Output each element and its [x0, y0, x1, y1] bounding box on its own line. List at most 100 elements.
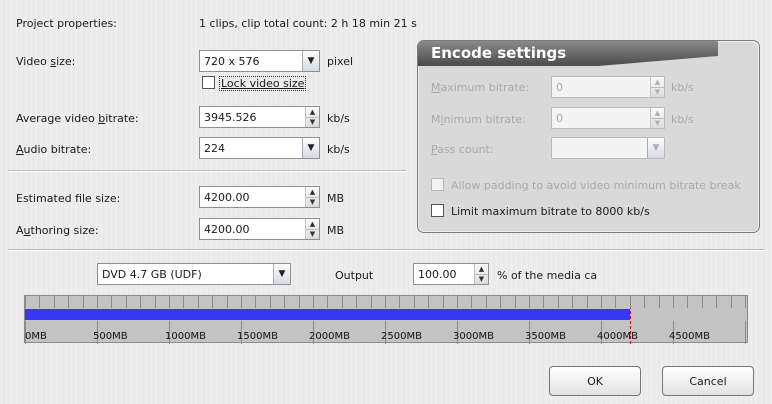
- ruler-tick-label: 500MB: [93, 331, 128, 342]
- spin-down-icon[interactable]: ▼: [475, 275, 488, 285]
- ruler-tick: [644, 296, 646, 308]
- ruler-tick-label: 2500MB: [381, 331, 422, 342]
- ruler-tick: [543, 296, 545, 308]
- average-bitrate-stepper[interactable]: 3945.526 ▲ ▼: [199, 106, 320, 128]
- limit-max-bitrate-label: Limit maximum bitrate to 8000 kb/s: [451, 205, 650, 218]
- ruler-tick: [255, 296, 257, 308]
- ruler-tick: [39, 296, 41, 308]
- spin-up-icon[interactable]: ▲: [651, 77, 664, 88]
- ruler-tick: [586, 296, 588, 308]
- ruler-tick: [572, 296, 574, 308]
- ruler-tick: [730, 296, 732, 308]
- spin-buttons[interactable]: ▲ ▼: [650, 77, 664, 97]
- ok-button[interactable]: OK: [549, 366, 641, 396]
- pass-count-label: Pass count:: [431, 143, 494, 156]
- authoring-size-value: 4200.00: [204, 222, 250, 236]
- ruler-tick: [298, 296, 300, 308]
- audio-bitrate-unit: kb/s: [327, 143, 350, 156]
- chevron-down-icon[interactable]: ▼: [302, 51, 319, 71]
- ruler-tick: [457, 296, 458, 308]
- min-bitrate-value: 0: [556, 111, 563, 125]
- ruler-tick-label: 3500MB: [525, 331, 566, 342]
- ruler-tick: [557, 296, 559, 308]
- spin-up-icon[interactable]: ▲: [651, 108, 664, 119]
- average-bitrate-label: Average video bitrate:: [16, 112, 139, 125]
- ruler-tick: [226, 296, 228, 308]
- ruler-tick: [356, 296, 358, 308]
- allow-padding-checkbox[interactable]: [431, 178, 444, 191]
- ruler-tick: [514, 296, 516, 308]
- spin-up-icon[interactable]: ▲: [475, 264, 488, 275]
- ruler-tick: [399, 296, 401, 308]
- estimated-file-size-value: 4200.00: [204, 190, 250, 204]
- spin-buttons[interactable]: ▲ ▼: [474, 264, 488, 284]
- ruler-tick: [140, 296, 142, 308]
- ruler-tick: [471, 296, 473, 308]
- ruler-tick: [629, 296, 631, 308]
- min-bitrate-unit: kb/s: [671, 113, 694, 126]
- spin-down-icon[interactable]: ▼: [306, 118, 319, 128]
- lock-video-size-checkbox[interactable]: [202, 76, 215, 89]
- ruler-tick: [745, 296, 746, 308]
- spin-up-icon[interactable]: ▲: [306, 107, 319, 118]
- ruler-tick: [169, 296, 170, 308]
- chevron-down-icon[interactable]: ▼: [273, 264, 290, 284]
- authoring-size-stepper[interactable]: 4200.00 ▲ ▼: [199, 218, 320, 240]
- min-bitrate-stepper[interactable]: 0 ▲ ▼: [551, 107, 665, 129]
- spin-buttons[interactable]: ▲ ▼: [305, 219, 319, 239]
- ruler-tick: [111, 296, 113, 308]
- spin-up-icon[interactable]: ▲: [306, 187, 319, 198]
- spin-buttons[interactable]: ▲ ▼: [305, 187, 319, 207]
- lock-video-size-label[interactable]: Lock video size: [219, 76, 307, 91]
- ruler-tick-label: 4500MB: [669, 331, 710, 342]
- ruler-tick: [197, 296, 199, 308]
- ruler-tick-label: 2000MB: [309, 331, 350, 342]
- spin-buttons[interactable]: ▲ ▼: [650, 108, 664, 128]
- limit-max-bitrate-checkbox[interactable]: [431, 204, 444, 217]
- output-percent-stepper[interactable]: 100.00 ▲ ▼: [413, 263, 489, 285]
- pass-count-dropdown[interactable]: ▼: [551, 137, 665, 159]
- ruler-tick-label: 4000MB: [597, 331, 638, 342]
- allow-padding-label: Allow padding to avoid video minimum bit…: [451, 179, 741, 192]
- ruler-tick: [413, 296, 415, 308]
- ruler-tick: [529, 296, 530, 308]
- chevron-down-icon[interactable]: ▼: [647, 138, 664, 158]
- ruler-tick: [53, 296, 55, 308]
- project-properties-label: Project properties:: [16, 17, 117, 30]
- chevron-down-icon[interactable]: ▼: [302, 138, 319, 158]
- ruler-tick: [25, 296, 26, 308]
- video-size-dropdown[interactable]: 720 x 576 ▼: [199, 50, 320, 72]
- estimated-file-size-label: Estimated file size:: [16, 192, 121, 205]
- audio-bitrate-label: Audio bitrate:: [16, 143, 92, 156]
- ruler-tick: [370, 296, 372, 308]
- spin-down-icon[interactable]: ▼: [651, 88, 664, 98]
- max-bitrate-stepper[interactable]: 0 ▲ ▼: [551, 76, 665, 98]
- ruler-tick: [673, 296, 674, 308]
- video-size-label: Video size:: [16, 55, 76, 68]
- ruler-tick: [687, 296, 689, 308]
- spin-up-icon[interactable]: ▲: [306, 219, 319, 230]
- cancel-button[interactable]: Cancel: [662, 366, 754, 396]
- ruler-tick: [428, 296, 430, 308]
- average-bitrate-value: 3945.526: [204, 110, 257, 124]
- divider: [8, 170, 406, 172]
- media-type-dropdown[interactable]: DVD 4.7 GB (UDF) ▼: [97, 263, 291, 285]
- ruler-tick: [341, 296, 343, 308]
- ruler-tick: [269, 296, 271, 308]
- ruler-tick-label: 1000MB: [165, 331, 206, 342]
- audio-bitrate-value: 224: [204, 141, 225, 155]
- estimated-file-size-stepper[interactable]: 4200.00 ▲ ▼: [199, 186, 320, 208]
- divider: [8, 249, 764, 251]
- ruler-tick: [125, 296, 127, 308]
- audio-bitrate-dropdown[interactable]: 224 ▼: [199, 137, 320, 159]
- spin-down-icon[interactable]: ▼: [306, 198, 319, 208]
- spin-buttons[interactable]: ▲ ▼: [305, 107, 319, 127]
- spin-down-icon[interactable]: ▼: [306, 230, 319, 240]
- spin-down-icon[interactable]: ▼: [651, 119, 664, 129]
- authoring-size-unit: MB: [327, 224, 345, 237]
- ruler-tick: [615, 296, 617, 308]
- ruler-tick: [241, 296, 242, 308]
- encode-settings-panel: Encode settings Maximum bitrate: 0 ▲ ▼ kb…: [417, 40, 760, 233]
- max-bitrate-value: 0: [556, 80, 563, 94]
- ruler-tick: [327, 296, 329, 308]
